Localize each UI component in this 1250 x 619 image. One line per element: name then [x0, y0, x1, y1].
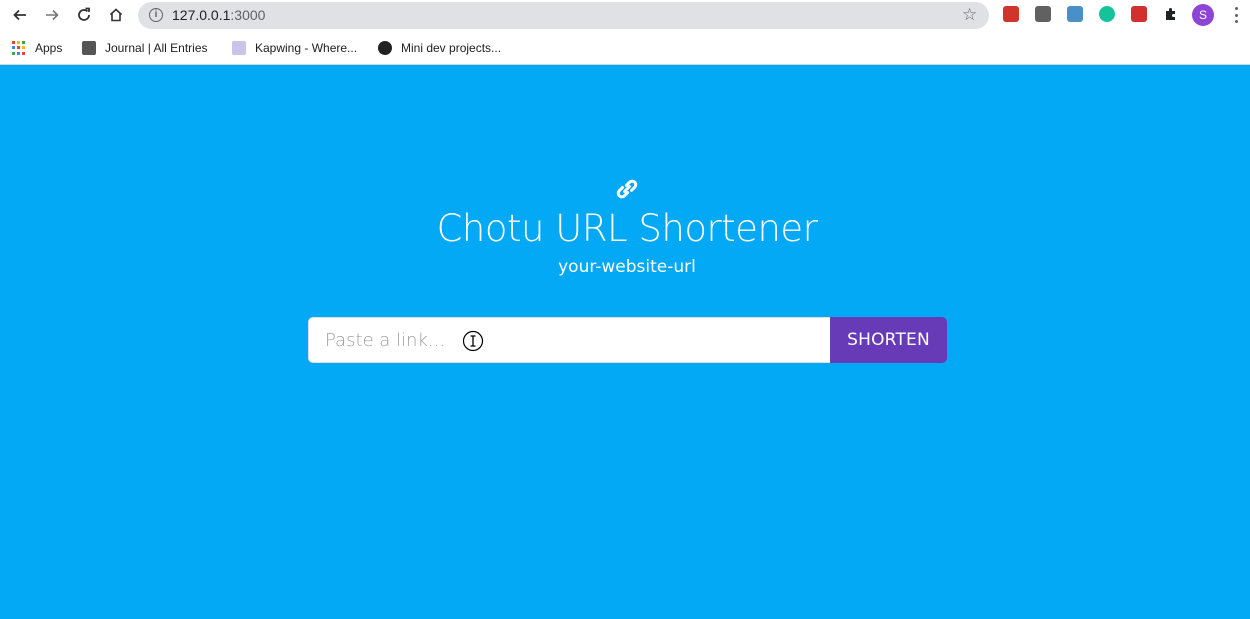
shorten-button[interactable]: SHORTEN	[830, 317, 947, 363]
link-input[interactable]	[308, 317, 830, 363]
back-button[interactable]	[6, 1, 34, 29]
forward-button[interactable]	[38, 1, 66, 29]
page-title: Chotu URL Shortener	[436, 207, 818, 250]
extension-lastpass-icon[interactable]	[1131, 6, 1147, 22]
menu-icon[interactable]	[1228, 5, 1244, 25]
home-button[interactable]	[102, 1, 130, 29]
url-host: 127.0.0.1	[172, 7, 231, 23]
home-icon	[109, 8, 123, 22]
forward-icon	[46, 9, 59, 21]
bookmarks-bar: Apps Journal | All Entries Kapwing - Whe…	[0, 31, 1250, 65]
url-port: :3000	[230, 7, 266, 23]
bookmark-journal[interactable]: Journal | All Entries	[82, 39, 208, 57]
star-icon[interactable]: ☆	[962, 5, 977, 25]
shorten-form: SHORTEN	[308, 317, 947, 363]
reload-icon	[78, 7, 90, 21]
bookmark-label: Mini dev projects...	[401, 41, 502, 55]
grammarly-icon[interactable]	[1099, 6, 1115, 22]
page-subtitle: your-website-url	[558, 257, 696, 277]
page-content: Chotu URL Shortener your-website-url SHO…	[0, 66, 1250, 619]
back-icon	[13, 9, 26, 21]
extension-red-book-icon[interactable]	[1003, 6, 1019, 22]
bookmark-label: Journal | All Entries	[105, 41, 208, 55]
bookmark-kapwing[interactable]: Kapwing - Where...	[232, 39, 357, 57]
kapwing-icon	[232, 41, 246, 55]
info-icon[interactable]: i	[149, 8, 163, 22]
extension-blue-icon[interactable]	[1067, 6, 1083, 22]
apps-grid-icon	[12, 41, 26, 55]
profile-avatar[interactable]: S	[1192, 4, 1214, 26]
journal-icon	[82, 41, 96, 55]
extension-grey-icon[interactable]	[1035, 6, 1051, 22]
address-bar[interactable]: i 127.0.0.1:3000 ☆	[138, 2, 989, 29]
address-url[interactable]: 127.0.0.1:3000	[172, 7, 265, 23]
extensions-icon[interactable]	[1163, 6, 1179, 22]
link-icon	[616, 179, 638, 199]
bookmark-label: Apps	[35, 41, 63, 55]
bookmark-apps[interactable]: Apps	[12, 39, 62, 57]
bookmark-label: Kapwing - Where...	[255, 41, 358, 55]
bookmark-mini-dev[interactable]: Mini dev projects...	[378, 39, 501, 57]
mini-dev-icon	[378, 41, 392, 55]
text-cursor-icon	[462, 330, 484, 352]
browser-toolbar: i 127.0.0.1:3000 ☆ S	[0, 0, 1250, 31]
reload-button[interactable]	[70, 1, 98, 29]
